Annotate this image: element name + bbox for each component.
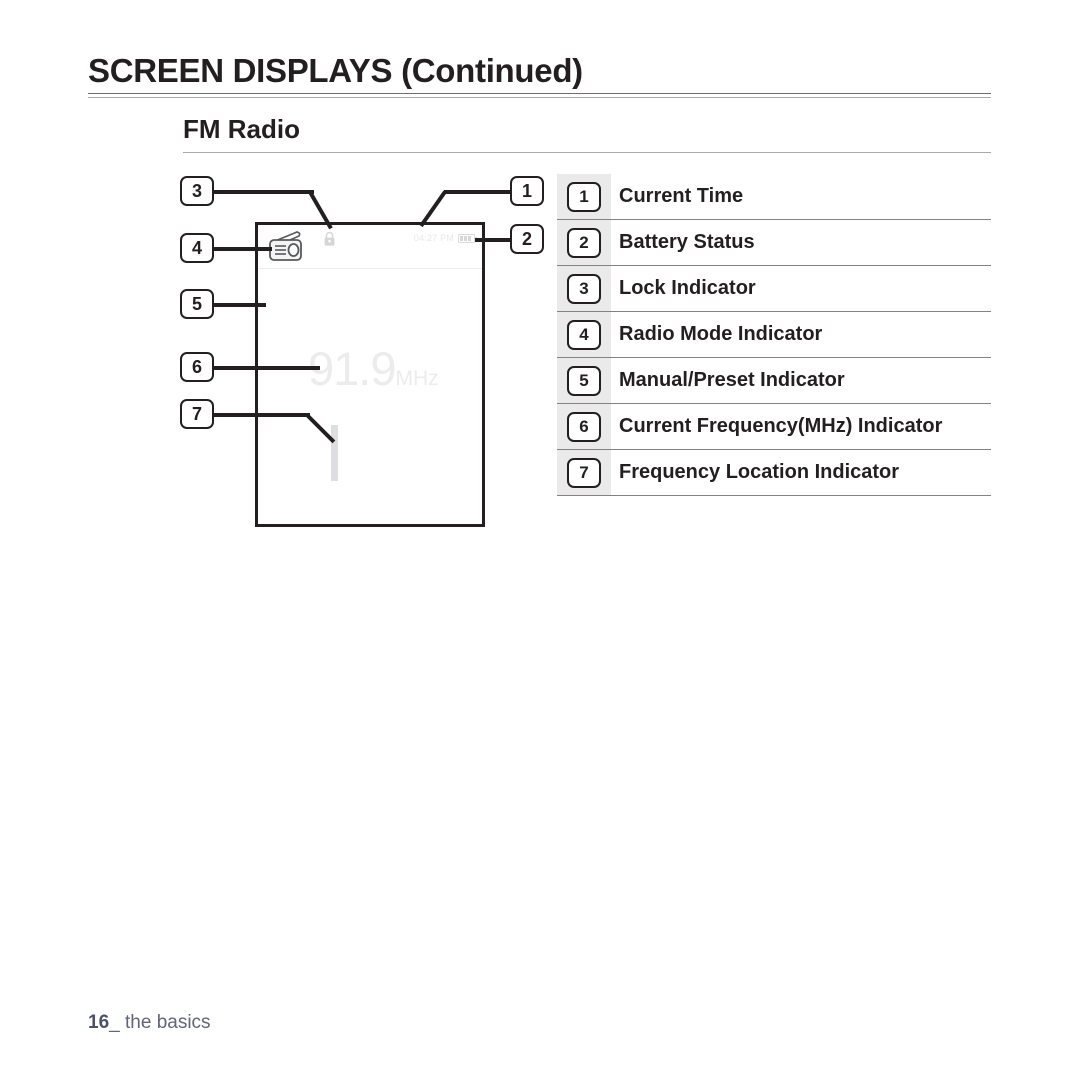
legend-label: Manual/Preset Indicator xyxy=(619,369,845,391)
legend-row: 4 Radio Mode Indicator xyxy=(557,312,991,358)
legend-label: Radio Mode Indicator xyxy=(619,323,823,345)
battery-icon xyxy=(458,234,477,243)
footer-section: the basics xyxy=(125,1012,211,1033)
legend-number: 2 xyxy=(567,227,601,258)
frequency-unit: MHz xyxy=(395,367,439,390)
legend-row: 2 Battery Status xyxy=(557,220,991,266)
legend-table: 1 Current Time 2 Battery Status 3 Lock I… xyxy=(557,174,991,496)
radio-mode-icon xyxy=(267,229,304,263)
page-footer: 16_ the basics xyxy=(88,1012,211,1034)
leader-line-3 xyxy=(214,190,314,194)
callout-box-7: 7 xyxy=(180,399,214,429)
legend-number: 7 xyxy=(567,457,601,488)
legend-row: 1 Current Time xyxy=(557,174,991,220)
leader-line-7 xyxy=(214,413,310,417)
legend-number: 1 xyxy=(567,181,601,212)
legend-label: Frequency Location Indicator xyxy=(619,461,900,483)
callout-box-1: 1 xyxy=(510,176,544,206)
callout-box-5: 5 xyxy=(180,289,214,319)
current-frequency-display: 91.9MHz xyxy=(308,345,439,392)
lock-icon xyxy=(323,231,336,247)
callout-box-6: 6 xyxy=(180,352,214,382)
legend-row: 3 Lock Indicator xyxy=(557,266,991,312)
leader-line-2 xyxy=(475,238,512,242)
legend-label: Battery Status xyxy=(619,231,755,253)
legend-row: 7 Frequency Location Indicator xyxy=(557,450,991,496)
leader-line-4 xyxy=(214,247,272,251)
frequency-value: 91.9 xyxy=(308,342,396,395)
legend-number: 3 xyxy=(567,273,601,304)
legend-label: Current Frequency(MHz) Indicator xyxy=(619,415,943,437)
legend-label: Current Time xyxy=(619,185,744,207)
frequency-location-indicator xyxy=(331,425,338,481)
callout-box-3: 3 xyxy=(180,176,214,206)
callout-box-4: 4 xyxy=(180,233,214,263)
callout-box-2: 2 xyxy=(510,224,544,254)
leader-line-5 xyxy=(214,303,266,307)
current-time-text: 04:27 PM xyxy=(413,233,454,243)
device-screen-preview: 04:27 PM 91.9MHz xyxy=(255,222,485,527)
legend-number: 6 xyxy=(567,411,601,442)
footer-separator: _ xyxy=(109,1012,120,1033)
legend-row: 6 Current Frequency(MHz) Indicator xyxy=(557,404,991,450)
legend-row: 5 Manual/Preset Indicator xyxy=(557,358,991,404)
leader-line-1 xyxy=(444,190,512,194)
footer-page-number: 16 xyxy=(88,1012,110,1033)
legend-label: Lock Indicator xyxy=(619,277,756,299)
legend-number: 4 xyxy=(567,319,601,350)
device-status-bar: 04:27 PM xyxy=(258,225,482,269)
legend-number: 5 xyxy=(567,365,601,396)
leader-line-6 xyxy=(214,366,320,370)
